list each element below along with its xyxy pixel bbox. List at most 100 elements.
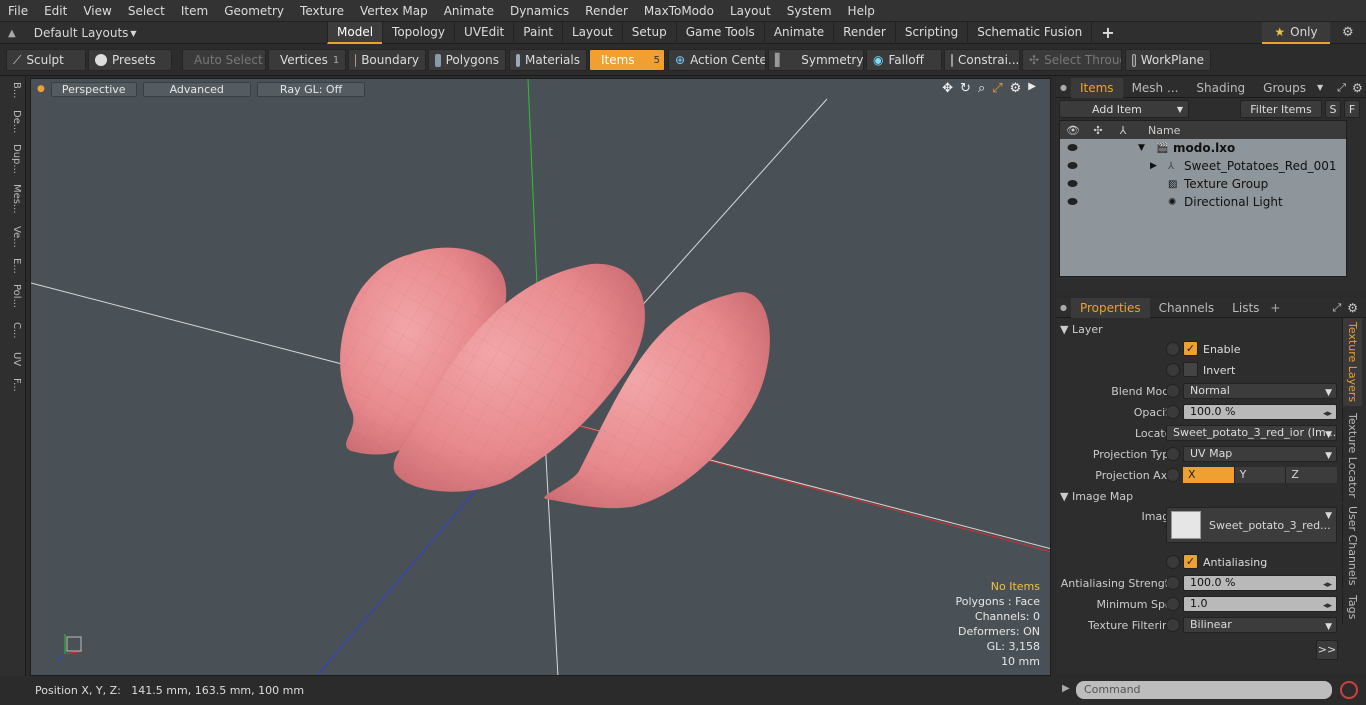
tab-schematic-fusion[interactable]: Schematic Fusion <box>967 22 1091 44</box>
perspective-button[interactable]: Perspective <box>50 81 137 97</box>
enable-checkbox[interactable]: ✓ <box>1183 341 1198 356</box>
name-column-header[interactable]: Name <box>1148 124 1180 137</box>
tab-animate[interactable]: Animate <box>763 22 833 44</box>
rotate-icon[interactable]: ↻ <box>960 81 971 96</box>
tab-layout[interactable]: Layout <box>561 22 622 44</box>
select-through-button[interactable]: ✣ Select Through <box>1022 49 1122 71</box>
projection-type-dot[interactable] <box>1166 447 1180 461</box>
blend-mode-select[interactable]: Normal ▼ <box>1183 383 1337 399</box>
eye-icon[interactable] <box>1067 179 1078 188</box>
tab-paint[interactable]: Paint <box>513 22 562 44</box>
vtab-texture-locator[interactable]: Texture Locator <box>1342 408 1362 502</box>
s-button[interactable]: S <box>1325 100 1341 118</box>
command-input[interactable]: Command <box>1076 681 1332 699</box>
eye-icon[interactable] <box>1067 161 1078 170</box>
left-tab-mesh[interactable]: Mes... <box>4 184 22 214</box>
min-spot-field[interactable]: 1.0 ◂▸ <box>1183 596 1337 612</box>
antialiasing-checkbox[interactable]: ✓ <box>1183 554 1198 569</box>
slider-arrows-icon[interactable]: ◂▸ <box>1323 578 1332 590</box>
panel-dot-icon[interactable]: ● <box>1056 303 1071 312</box>
left-tab-uv[interactable]: UV <box>4 352 22 366</box>
polygons-button[interactable]: Polygons <box>428 49 506 71</box>
lock-column-icon[interactable]: ✣ <box>1086 124 1110 137</box>
expand-icon[interactable]: ▼ <box>1138 143 1145 153</box>
viewport-menu-dot-icon[interactable]: ● <box>37 84 45 94</box>
tab-model[interactable]: Model <box>327 22 383 44</box>
tab-setup[interactable]: Setup <box>621 22 676 44</box>
tex-filter-dot[interactable] <box>1166 618 1180 632</box>
record-icon[interactable] <box>1340 681 1358 699</box>
vtab-tags[interactable]: Tags <box>1342 590 1362 624</box>
left-tab-vertex[interactable]: Ve... <box>4 226 22 248</box>
menu-texture[interactable]: Texture <box>292 4 352 18</box>
layout-selector[interactable]: ▲ Default Layouts ▼ <box>8 22 137 44</box>
viewport-gear-icon[interactable]: ⚙ <box>1010 81 1022 96</box>
menu-geometry[interactable]: Geometry <box>216 4 292 18</box>
materials-button[interactable]: Materials <box>509 49 587 71</box>
menu-animate[interactable]: Animate <box>436 4 502 18</box>
locator-select[interactable]: Sweet_potato_3_red_ior (Im ... ▼ <box>1166 425 1337 441</box>
menu-maxtomodo[interactable]: MaxToModo <box>636 4 722 18</box>
advanced-button[interactable]: Advanced <box>142 81 251 97</box>
min-spot-dot[interactable] <box>1166 597 1180 611</box>
slider-arrows-icon[interactable]: ◂▸ <box>1323 599 1332 611</box>
panel-gear-icon[interactable]: ⚙ <box>1352 81 1363 95</box>
tree-row-scene[interactable]: ▼ 🎬 modo.lxo <box>1060 139 1346 157</box>
image-select[interactable]: Sweet_potato_3_red... ▼ <box>1166 507 1337 543</box>
tab-lists[interactable]: Lists <box>1223 298 1268 318</box>
tab-shading[interactable]: Shading <box>1187 78 1254 98</box>
action-center-button[interactable]: ⊕ Action Center <box>668 49 766 71</box>
vtab-texture-layers[interactable]: Texture Layers <box>1342 318 1362 406</box>
item-tree[interactable]: 👁 ✣ ⅄ Name ▼ 🎬 modo.lxo ▶ ⅄ Sweet_Potato… <box>1059 120 1347 277</box>
filter-items-input[interactable]: Filter Items <box>1240 100 1322 118</box>
f-button[interactable]: F <box>1344 100 1360 118</box>
tab-game-tools[interactable]: Game Tools <box>675 22 764 44</box>
blend-mode-dot[interactable] <box>1166 384 1180 398</box>
chevron-down-icon[interactable]: ▼ <box>1317 83 1323 92</box>
left-tab-curve[interactable]: C... <box>4 322 22 339</box>
left-tab-deform[interactable]: De... <box>4 110 22 133</box>
gear-icon[interactable]: ⚙ <box>1342 25 1354 40</box>
projection-type-select[interactable]: UV Map ▼ <box>1183 446 1337 462</box>
maximize-icon[interactable]: ⤢ <box>992 81 1002 96</box>
command-expand-icon[interactable]: ▶ <box>1062 683 1070 694</box>
boundary-button[interactable]: Boundary <box>348 49 426 71</box>
invert-channel-dot[interactable] <box>1166 363 1180 377</box>
visibility-column-icon[interactable]: 👁 <box>1060 124 1086 137</box>
menu-render[interactable]: Render <box>577 4 636 18</box>
auto-select-button[interactable]: Auto Select <box>182 49 266 71</box>
opacity-dot[interactable] <box>1166 405 1180 419</box>
falloff-button[interactable]: ◉ Falloff <box>866 49 942 71</box>
expand-icon[interactable]: ▶ <box>1150 161 1157 171</box>
type-column-icon[interactable]: ⅄ <box>1110 124 1136 137</box>
tab-channels[interactable]: Channels <box>1150 298 1224 318</box>
tex-filter-select[interactable]: Bilinear ▼ <box>1183 617 1337 633</box>
symmetry-button[interactable]: ▌ Symmetry <box>768 49 864 71</box>
panel-gear-icon[interactable]: ⚙ <box>1347 301 1358 315</box>
tab-render[interactable]: Render <box>833 22 895 44</box>
tree-row-light[interactable]: ✺ Directional Light <box>1060 193 1346 211</box>
tab-items[interactable]: Items <box>1070 77 1123 98</box>
add-item-button[interactable]: Add Item ▼ <box>1059 100 1189 118</box>
add-tab-button[interactable]: + <box>1091 22 1123 44</box>
left-tab-duplicate[interactable]: Dup... <box>4 144 22 174</box>
image-map-section-header[interactable]: ▼ Image Map <box>1060 490 1340 506</box>
axis-z-button[interactable]: Z <box>1285 467 1338 483</box>
3d-viewport[interactable]: ● Perspective Advanced Ray GL: Off ✥ ↻ ⌕… <box>30 78 1051 676</box>
vtab-user-channels[interactable]: User Channels <box>1342 504 1362 588</box>
invert-checkbox[interactable] <box>1183 362 1198 377</box>
menu-system[interactable]: System <box>779 4 840 18</box>
projection-axis-dot[interactable] <box>1166 468 1180 482</box>
left-tab-fusion[interactable]: F... <box>4 378 22 392</box>
tab-properties[interactable]: Properties <box>1070 297 1150 318</box>
enable-channel-dot[interactable] <box>1166 342 1180 356</box>
left-tab-polygon[interactable]: Pol... <box>4 284 22 308</box>
items-button[interactable]: Items 5 <box>589 49 665 71</box>
raygl-button[interactable]: Ray GL: Off <box>256 81 366 97</box>
tab-scripting[interactable]: Scripting <box>894 22 967 44</box>
add-tab-icon[interactable]: + <box>1270 301 1280 315</box>
menu-help[interactable]: Help <box>840 4 883 18</box>
eye-icon[interactable] <box>1067 143 1078 152</box>
tab-topology[interactable]: Topology <box>382 22 454 44</box>
panel-maximize-icon[interactable]: ⤢ <box>1337 81 1346 95</box>
